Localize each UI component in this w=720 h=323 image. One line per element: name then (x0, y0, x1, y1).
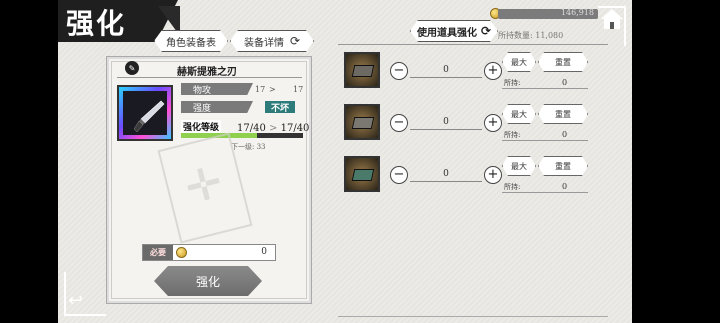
dagger-icon (133, 100, 165, 133)
home-icon[interactable] (598, 6, 626, 32)
reset-button[interactable]: 重置 (538, 52, 588, 72)
required-label: 必要 (143, 245, 173, 260)
material-icon[interactable] (344, 156, 380, 192)
material-row-2: − 0 + 最大 重置 所持: 0 (344, 104, 604, 141)
pen-icon: ✎ (125, 61, 139, 75)
owned-label: 所持: (504, 183, 521, 191)
list-bottom-divider (338, 316, 608, 317)
reset-button[interactable]: 重置 (538, 104, 588, 124)
tab-character-equipment[interactable]: 角色装备表 (154, 30, 228, 52)
reset-button[interactable]: 重置 (538, 156, 588, 176)
material-row-1: − 0 + 最大 重置 所持: 0 (344, 52, 604, 89)
divider (502, 140, 588, 141)
enhance-level-label: 强化等级 (181, 120, 222, 133)
divider (117, 77, 302, 78)
refresh-icon: ⟳ (289, 34, 301, 48)
material-icon[interactable] (344, 104, 380, 140)
use-items-enhance-button[interactable]: 使用道具强化 ⟳ (410, 20, 498, 42)
stat-attack-label: 物攻 (181, 83, 253, 95)
minus-icon[interactable]: − (390, 114, 408, 132)
quantity-input[interactable]: 0 (410, 114, 482, 130)
enhance-screen: 强化 角色装备表 装备详情 ⟳ ✎ 赫斯提雅之刃 物攻 17 > 17 强度 不… (58, 0, 632, 323)
currency-total: 146,918 (560, 8, 594, 17)
quantity-input[interactable]: 0 (410, 62, 482, 78)
stat-attack-next: 17 (293, 85, 304, 94)
quantity-input[interactable]: 0 (410, 166, 482, 182)
divider (502, 88, 588, 89)
use-items-label: 使用道具强化 (416, 27, 477, 39)
max-button[interactable]: 最大 (502, 104, 536, 124)
stat-attack-current: 17 (255, 85, 266, 94)
refresh-icon: ⟳ (480, 24, 492, 38)
enhance-button[interactable]: 强化 (154, 266, 262, 296)
enhance-progress-bar (181, 133, 303, 138)
status-badge: 不坏 (265, 101, 295, 114)
owned-label: 所持: (504, 79, 521, 87)
owned-value: 0 (562, 78, 568, 87)
stone-icon (351, 65, 375, 77)
required-cost: 必要 0 (142, 244, 276, 261)
stone-icon (351, 169, 375, 181)
right-letterbox (632, 0, 720, 323)
stat-attack-text: 物攻 (193, 85, 212, 96)
owned-quantity: 所持数量: 11,080 (498, 31, 564, 40)
back-icon[interactable]: ↩ (68, 290, 90, 312)
list-top-divider (338, 44, 608, 45)
material-icon[interactable] (344, 52, 380, 88)
left-letterbox (0, 0, 58, 323)
stat-durability-text: 强度 (193, 103, 212, 114)
plus-icon[interactable]: + (484, 114, 502, 132)
tab-label: 装备详情 (243, 37, 284, 49)
owned-label: 所持: (504, 131, 521, 139)
next-level-text: 下一级: 33 (231, 143, 266, 151)
currency-bar: 146,918 (498, 8, 598, 19)
owned-value: 0 (562, 130, 568, 139)
plus-icon[interactable]: + (484, 62, 502, 80)
screen-title: 强化 (66, 7, 127, 40)
portrait-background (123, 91, 167, 135)
divider (502, 192, 588, 193)
equipment-name: 赫斯提雅之刃 (177, 67, 237, 78)
minus-icon[interactable]: − (390, 62, 408, 80)
stat-durability-label: 强度 (181, 101, 253, 113)
owned-value: 0 (562, 182, 568, 191)
max-button[interactable]: 最大 (502, 156, 536, 176)
tab-label: 角色装备表 (166, 37, 216, 49)
coin-icon (176, 247, 187, 258)
tab-equipment-details[interactable]: 装备详情 ⟳ (230, 30, 314, 52)
required-value: 0 (261, 247, 267, 257)
plus-icon[interactable]: + (484, 166, 502, 184)
equipment-portrait[interactable] (117, 85, 173, 141)
material-row-3: − 0 + 最大 重置 所持: 0 (344, 156, 604, 193)
minus-icon[interactable]: − (390, 166, 408, 184)
stat-arrow: > (269, 85, 276, 94)
max-button[interactable]: 最大 (502, 52, 536, 72)
stone-icon (351, 117, 375, 129)
